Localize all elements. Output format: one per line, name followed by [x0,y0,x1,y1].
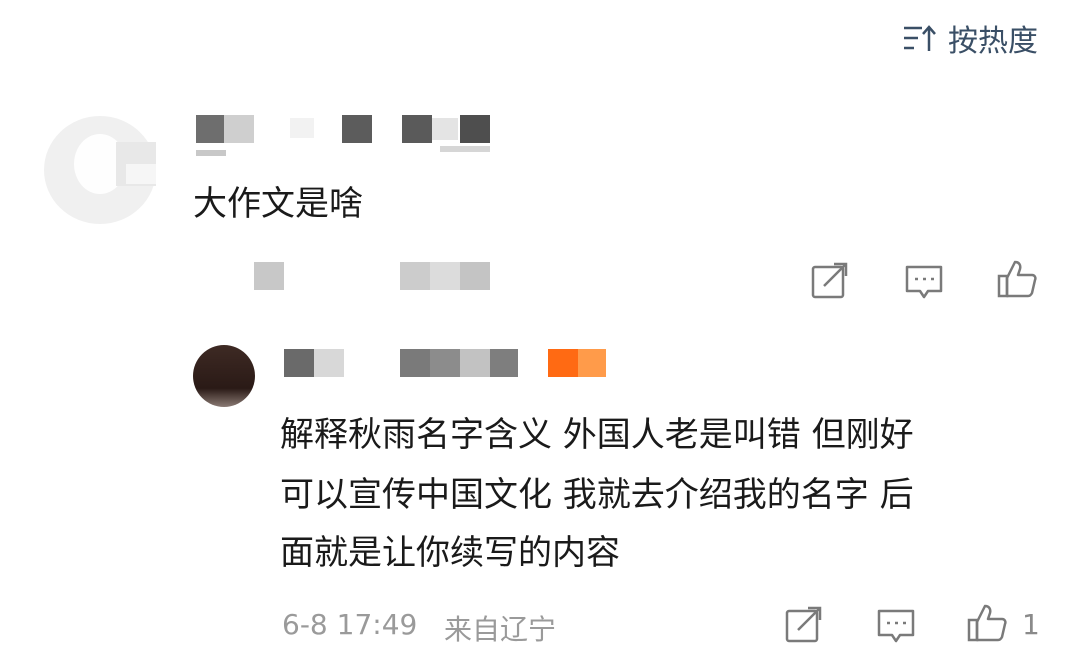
thumbs-up-icon[interactable] [966,602,1008,644]
reply-text-line: 解释秋雨名字含义 外国人老是叫错 但刚好 [280,415,914,455]
comment-icon[interactable] [876,606,916,646]
sort-by-hot-button[interactable]: 按热度 [902,18,1038,59]
comment-icon[interactable] [904,262,944,302]
reply-location: 来自辽宁 [444,613,557,646]
avatar[interactable] [38,112,166,226]
reply-timestamp: 6-8 17:49 [282,608,418,641]
repost-icon[interactable] [784,604,824,644]
reply-avatar[interactable] [193,345,255,407]
thumbs-up-icon[interactable] [996,258,1038,300]
reply-text-line: 面就是让你续写的内容 [280,533,620,573]
repost-icon[interactable] [810,260,850,300]
like-count: 1 [1022,608,1040,641]
sort-label: 按热度 [948,24,1038,59]
comment-text: 大作文是啥 [193,184,363,224]
reply-text-line: 可以宣传中国文化 我就去介绍我的名字 后 [280,475,914,515]
sort-icon [904,25,936,51]
